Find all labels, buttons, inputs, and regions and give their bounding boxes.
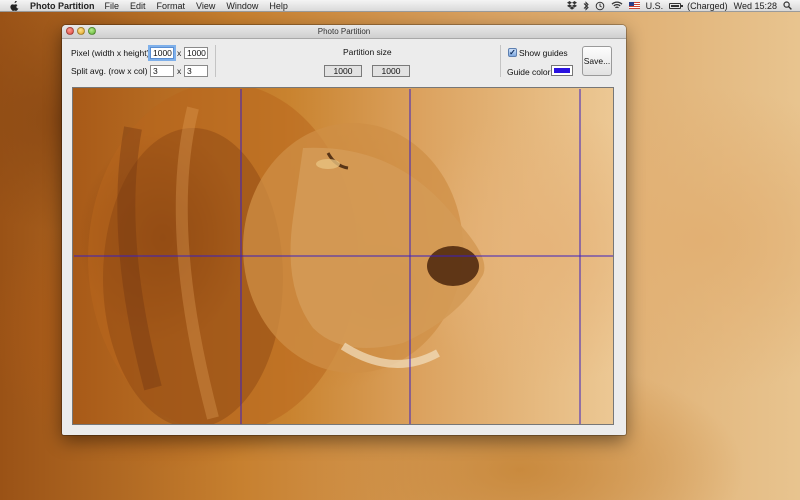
title-bar[interactable]: Photo Partition <box>62 25 626 39</box>
input-source-label[interactable]: U.S. <box>646 1 664 11</box>
window-title: Photo Partition <box>317 27 371 36</box>
battery-icon[interactable] <box>669 2 684 9</box>
guide-color-well[interactable] <box>551 65 573 76</box>
menu-bar: Photo Partition File Edit Format View Wi… <box>0 0 800 12</box>
menu-edit[interactable]: Edit <box>130 1 146 11</box>
menu-view[interactable]: View <box>196 1 215 11</box>
pixel-size-label: Pixel (width x height) <box>71 48 150 58</box>
lion-photo <box>74 88 613 424</box>
split-label: Split avg. (row x col) <box>71 66 148 76</box>
pixel-width-field[interactable]: 1000 <box>150 47 174 59</box>
menu-help[interactable]: Help <box>269 1 288 11</box>
pixel-height-field[interactable]: 1000 <box>184 47 208 59</box>
divider <box>500 45 501 77</box>
split-rows-field[interactable]: 3 <box>150 65 174 77</box>
clock[interactable]: Wed 15:28 <box>734 1 777 11</box>
show-guides-checkbox[interactable]: ✓ <box>508 48 517 57</box>
apple-icon[interactable] <box>10 0 22 11</box>
dropbox-icon[interactable] <box>566 1 577 10</box>
bluetooth-icon[interactable] <box>583 0 589 11</box>
time-machine-icon[interactable] <box>595 1 605 11</box>
partition-height-value: 1000 <box>372 65 410 77</box>
spotlight-icon[interactable] <box>783 1 792 10</box>
photo-canvas[interactable] <box>72 87 614 425</box>
menu-file[interactable]: File <box>105 1 120 11</box>
wifi-icon[interactable] <box>611 1 623 10</box>
battery-status[interactable]: (Charged) <box>687 1 728 11</box>
times-symbol: x <box>177 48 182 58</box>
split-cols-field[interactable]: 3 <box>184 65 208 77</box>
photo-partition-window: Photo Partition Pixel (width x height) 1… <box>62 25 626 435</box>
partition-width-value: 1000 <box>324 65 362 77</box>
guide-color-label: Guide color: <box>507 67 553 77</box>
show-guides-label[interactable]: Show guides <box>519 48 568 58</box>
menu-window[interactable]: Window <box>226 1 258 11</box>
toolbar: Pixel (width x height) 1000 x 1000 Split… <box>62 39 626 85</box>
divider <box>215 45 216 77</box>
partition-size-label: Partition size <box>343 47 392 57</box>
guide-color-swatch <box>554 68 570 73</box>
save-button[interactable]: Save... <box>582 46 612 76</box>
app-menu[interactable]: Photo Partition <box>30 1 95 11</box>
menu-format[interactable]: Format <box>157 1 186 11</box>
times-symbol: x <box>177 66 182 76</box>
input-source-flag-icon[interactable] <box>628 2 640 9</box>
